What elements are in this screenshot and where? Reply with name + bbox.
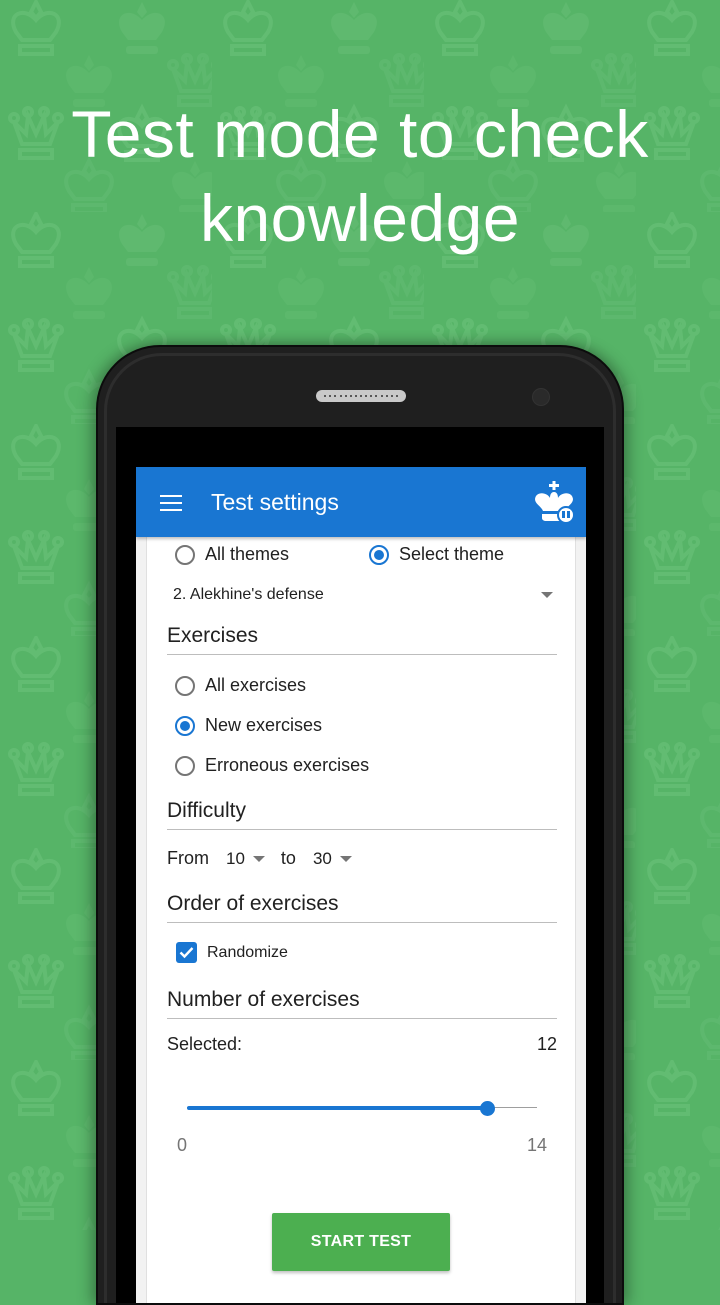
section-header-number: Number of exercises bbox=[167, 988, 557, 1019]
selected-value: 12 bbox=[536, 1034, 557, 1054]
chess-king-icon[interactable] bbox=[532, 480, 576, 524]
checkmark-icon bbox=[179, 947, 194, 959]
slider-fill bbox=[187, 1106, 487, 1110]
radio-button[interactable] bbox=[175, 755, 195, 776]
radio-label: All exercises bbox=[205, 675, 307, 695]
phone-frame: Test settings All themes Select theme 2.… bbox=[96, 345, 624, 1305]
radio-label: All themes bbox=[205, 544, 290, 564]
selected-label: Selected: bbox=[167, 1034, 243, 1054]
exercise-count-slider[interactable] bbox=[187, 1098, 537, 1118]
difficulty-range: From 10 to 30 bbox=[167, 848, 352, 869]
app-bar: Test settings bbox=[136, 467, 586, 537]
section-header-exercises: Exercises bbox=[167, 624, 557, 655]
hamburger-menu-icon[interactable] bbox=[160, 495, 182, 511]
theme-dropdown[interactable]: 2. Alekhine's defense bbox=[173, 586, 553, 604]
to-label: to bbox=[280, 848, 296, 868]
radio-select-theme[interactable]: Select theme bbox=[369, 544, 504, 565]
app-window: Test settings All themes Select theme 2.… bbox=[136, 467, 586, 1303]
settings-card: All themes Select theme 2. Alekhine's de… bbox=[146, 537, 576, 1303]
page-title: Test settings bbox=[211, 489, 339, 515]
dropdown-arrow-icon bbox=[541, 592, 553, 598]
from-label: From bbox=[167, 848, 209, 868]
slider-range-labels: 0 14 bbox=[177, 1135, 547, 1156]
radio-new-exercises[interactable]: New exercises bbox=[175, 715, 322, 736]
to-dropdown[interactable]: 30 bbox=[313, 849, 352, 869]
radio-all-exercises[interactable]: All exercises bbox=[175, 675, 306, 696]
theme-dropdown-value: 2. Alekhine's defense bbox=[173, 586, 324, 603]
radio-label: New exercises bbox=[205, 715, 323, 735]
slider-min-label: 0 bbox=[177, 1135, 188, 1155]
to-value: 30 bbox=[312, 848, 332, 868]
radio-button[interactable] bbox=[175, 675, 195, 696]
phone-camera bbox=[532, 388, 550, 406]
radio-all-themes[interactable]: All themes bbox=[175, 544, 289, 565]
radio-erroneous-exercises[interactable]: Erroneous exercises bbox=[175, 755, 369, 776]
radio-label: Select theme bbox=[399, 544, 505, 564]
radio-label: Erroneous exercises bbox=[205, 755, 370, 775]
headline-line-1: Test mode to check bbox=[71, 97, 649, 171]
slider-thumb[interactable] bbox=[480, 1101, 495, 1116]
randomize-label: Randomize bbox=[207, 943, 288, 961]
radio-button[interactable] bbox=[175, 715, 195, 736]
phone-screen: Test settings All themes Select theme 2.… bbox=[116, 427, 604, 1303]
from-value: 10 bbox=[226, 848, 245, 868]
start-test-button[interactable]: START TEST bbox=[272, 1213, 450, 1271]
randomize-checkbox[interactable] bbox=[176, 942, 197, 963]
randomize-checkbox-row[interactable]: Randomize bbox=[176, 942, 288, 963]
slider-max-label: 14 bbox=[526, 1135, 547, 1155]
from-dropdown[interactable]: 10 bbox=[226, 849, 265, 869]
selected-count-row: Selected: 12 bbox=[167, 1034, 557, 1055]
dropdown-arrow-icon bbox=[339, 855, 352, 862]
section-header-order: Order of exercises bbox=[167, 892, 557, 923]
section-header-difficulty: Difficulty bbox=[167, 799, 557, 830]
phone-speaker bbox=[316, 390, 406, 402]
radio-button[interactable] bbox=[369, 544, 389, 565]
promo-headline: Test mode to check knowledge bbox=[0, 92, 720, 260]
headline-line-2: knowledge bbox=[199, 181, 521, 255]
dropdown-arrow-icon bbox=[252, 855, 265, 862]
radio-button[interactable] bbox=[175, 544, 195, 565]
